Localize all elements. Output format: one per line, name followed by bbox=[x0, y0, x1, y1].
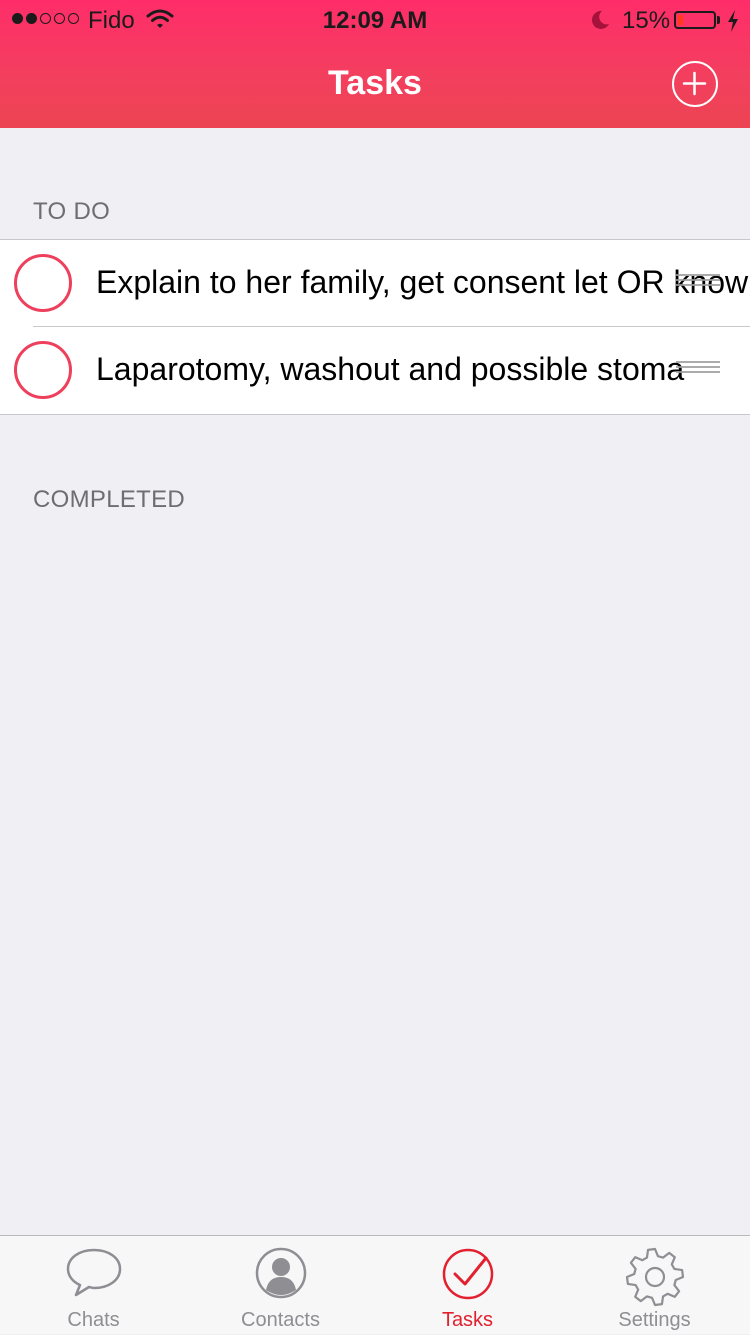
charging-bolt-icon bbox=[728, 10, 738, 32]
chat-bubble-icon bbox=[66, 1248, 121, 1297]
tab-label: Tasks bbox=[441, 1309, 494, 1331]
completed-section-header: COMPLETED bbox=[33, 486, 186, 513]
page-title: Tasks bbox=[328, 64, 422, 102]
gear-icon bbox=[625, 1247, 684, 1307]
tab-label: Chats bbox=[67, 1309, 120, 1331]
battery-level-fill bbox=[678, 15, 683, 25]
task-row[interactable]: Laparotomy, washout and possible stoma bbox=[0, 327, 750, 414]
status-bar: Fido 12:09 AM 15% bbox=[0, 0, 750, 40]
task-text: Laparotomy, washout and possible stoma bbox=[96, 351, 685, 387]
task-text: Explain to her family, get consent let O… bbox=[96, 264, 749, 300]
task-checkbox[interactable] bbox=[14, 341, 72, 399]
battery-icon bbox=[674, 11, 716, 29]
tab-tasks[interactable]: Tasks bbox=[374, 1236, 561, 1335]
checkmark-circle-icon bbox=[442, 1248, 493, 1300]
battery-percent: 15% bbox=[622, 7, 671, 34]
reorder-handle-icon[interactable] bbox=[676, 361, 720, 379]
add-task-button[interactable] bbox=[672, 61, 718, 107]
tab-bar: Chats Contacts Tasks Settings bbox=[0, 1235, 750, 1334]
reorder-handle-icon[interactable] bbox=[676, 274, 720, 292]
task-checkbox[interactable] bbox=[14, 254, 72, 312]
task-row[interactable]: Explain to her family, get consent let O… bbox=[0, 240, 750, 327]
tab-label: Contacts bbox=[241, 1309, 320, 1331]
tab-contacts[interactable]: Contacts bbox=[187, 1236, 374, 1335]
tab-label: Settings bbox=[618, 1309, 691, 1331]
tab-chats[interactable]: Chats bbox=[0, 1236, 187, 1335]
header: Fido 12:09 AM 15% Tasks bbox=[0, 0, 750, 128]
todo-list: Explain to her family, get consent let O… bbox=[0, 239, 750, 415]
tab-settings[interactable]: Settings bbox=[561, 1236, 748, 1335]
todo-section-header: TO DO bbox=[33, 198, 111, 225]
do-not-disturb-moon-icon bbox=[591, 10, 609, 29]
contact-person-icon bbox=[255, 1247, 306, 1299]
battery-cap bbox=[717, 16, 720, 24]
plus-icon bbox=[682, 71, 707, 96]
